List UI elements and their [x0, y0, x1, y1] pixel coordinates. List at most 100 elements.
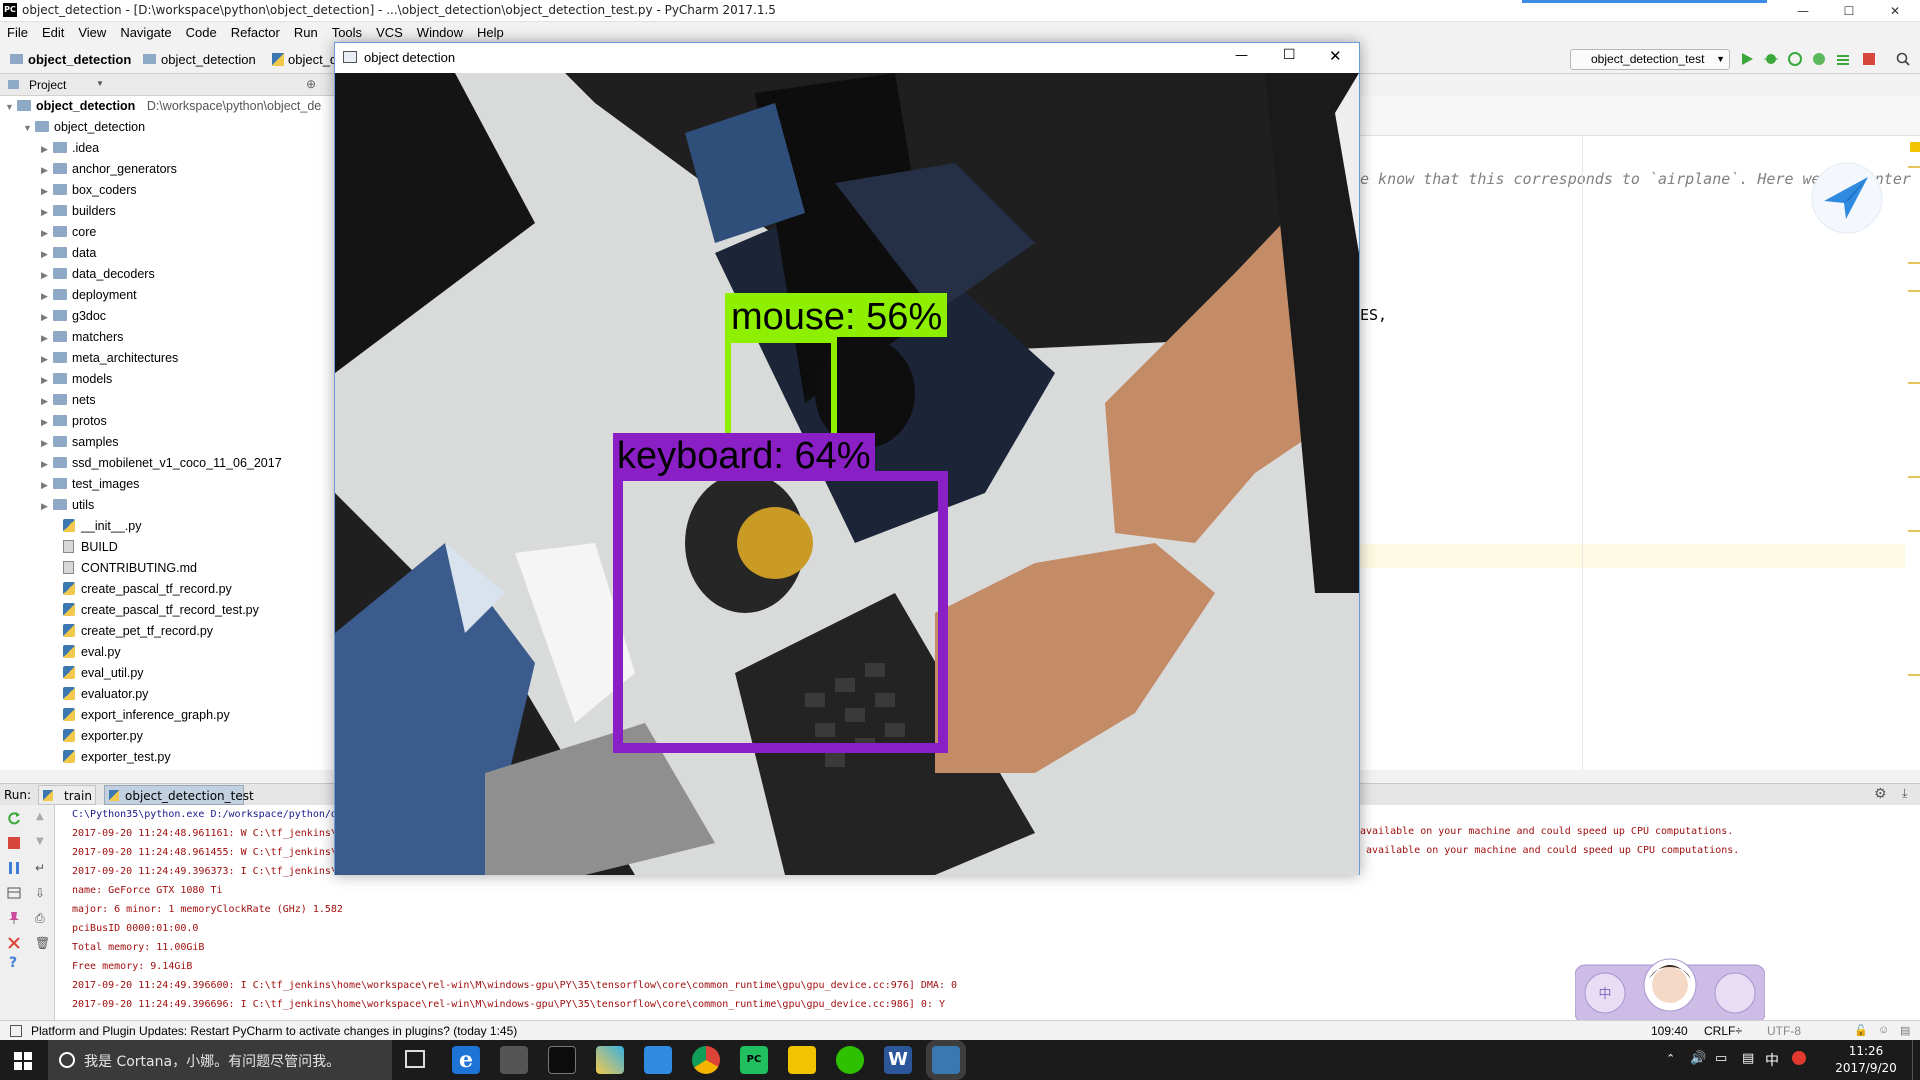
- chevron-right-icon[interactable]: ▶: [41, 391, 53, 412]
- tree-folder[interactable]: ▶ anchor_generators: [41, 159, 177, 180]
- minimize-button[interactable]: —: [1780, 0, 1826, 22]
- tree-folder[interactable]: ▶ samples: [41, 432, 119, 453]
- dialog-maximize-button[interactable]: ☐: [1283, 47, 1296, 63]
- menu-vcs[interactable]: VCS: [369, 22, 410, 40]
- profile-icon[interactable]: [1812, 52, 1826, 66]
- tree-root[interactable]: ▼ object_detection D:\workspace\python\ob…: [5, 96, 321, 117]
- bird-app-icon[interactable]: [644, 1046, 672, 1074]
- warning-marker[interactable]: [1910, 142, 1920, 152]
- pycharm-icon[interactable]: PC: [740, 1046, 768, 1074]
- menu-edit[interactable]: Edit: [35, 22, 71, 40]
- chevron-right-icon[interactable]: ▶: [41, 412, 53, 433]
- soft-wrap-icon[interactable]: ↵: [35, 861, 45, 875]
- chevron-right-icon[interactable]: ▶: [41, 370, 53, 391]
- rerun-icon[interactable]: [7, 811, 21, 825]
- chevron-right-icon[interactable]: ▶: [41, 244, 53, 265]
- chevron-right-icon[interactable]: ▶: [41, 454, 53, 475]
- tree-file[interactable]: exporter_test.py: [63, 747, 171, 768]
- clock-date[interactable]: 2017/9/20: [1830, 1061, 1902, 1075]
- clear-icon[interactable]: 🗑: [35, 936, 50, 950]
- search-icon[interactable]: [1896, 52, 1910, 66]
- object-detection-window[interactable]: object detection — ☐ ✕ mouse: 56% keyboa…: [334, 42, 1360, 875]
- antivirus-icon[interactable]: [1792, 1051, 1806, 1065]
- tree-file[interactable]: CONTRIBUTING.md: [63, 558, 197, 579]
- notification-icon[interactable]: ▤: [1742, 1051, 1754, 1066]
- menu-view[interactable]: View: [71, 22, 113, 40]
- file-explorer-icon[interactable]: [788, 1046, 816, 1074]
- dialog-minimize-button[interactable]: —: [1235, 48, 1248, 63]
- tree-file[interactable]: eval_util.py: [63, 663, 144, 684]
- tree-folder[interactable]: ▶ ssd_mobilenet_v1_coco_11_06_2017: [41, 453, 282, 474]
- tool-windows-icon[interactable]: [10, 1025, 22, 1037]
- build-icon[interactable]: [1836, 52, 1850, 66]
- dialog-close-button[interactable]: ✕: [1329, 47, 1342, 65]
- tree-folder[interactable]: ▶ data: [41, 243, 96, 264]
- terminal-icon[interactable]: [548, 1046, 576, 1074]
- tree-file[interactable]: object_detection_test.py: [63, 768, 216, 770]
- menu-help[interactable]: Help: [470, 22, 511, 40]
- restore-layout-icon[interactable]: [7, 886, 21, 900]
- cortana-search-box[interactable]: 我是 Cortana，小娜。有问题尽管问我。: [48, 1040, 392, 1080]
- breadcrumb-folder[interactable]: object_detection: [161, 52, 256, 67]
- tree-folder[interactable]: ▶ matchers: [41, 327, 123, 348]
- ime-indicator[interactable]: 中: [1765, 1050, 1779, 1070]
- scroll-down-icon[interactable]: ▼: [36, 836, 44, 847]
- chevron-right-icon[interactable]: ▶: [41, 181, 53, 202]
- bird-assistant-icon[interactable]: [1810, 161, 1884, 235]
- stop-icon[interactable]: [7, 836, 21, 850]
- tree-file[interactable]: create_pascal_tf_record.py: [63, 579, 232, 600]
- stop-icon[interactable]: [1862, 52, 1876, 66]
- chevron-right-icon[interactable]: ▶: [41, 265, 53, 286]
- help-icon[interactable]: ?: [9, 955, 17, 971]
- chevron-right-icon[interactable]: ▶: [41, 475, 53, 496]
- settings-icon[interactable]: ⊕: [306, 77, 316, 91]
- windows-start-icon[interactable]: [14, 1052, 32, 1070]
- show-desktop-button[interactable]: [1912, 1040, 1920, 1080]
- chevron-right-icon[interactable]: ▶: [41, 286, 53, 307]
- status-message[interactable]: Platform and Plugin Updates: Restart PyC…: [31, 1024, 517, 1038]
- tree-file[interactable]: eval.py: [63, 642, 121, 663]
- tree-folder[interactable]: ▶ g3doc: [41, 306, 106, 327]
- close-run-icon[interactable]: [7, 936, 21, 950]
- chevron-down-icon[interactable]: ▼: [23, 118, 35, 139]
- run-tab-object-detection-test[interactable]: object_detection_test: [104, 785, 254, 805]
- tree-folder[interactable]: ▶ test_images: [41, 474, 139, 495]
- tree-folder[interactable]: ▶ utils: [41, 495, 94, 516]
- tree-subroot[interactable]: ▼ object_detection: [23, 117, 145, 138]
- chevron-down-icon[interactable]: ▼: [5, 97, 17, 118]
- hector-icon[interactable]: ☺: [1878, 1024, 1889, 1036]
- tree-file[interactable]: create_pet_tf_record.py: [63, 621, 213, 642]
- wechat-icon[interactable]: [836, 1046, 864, 1074]
- close-button[interactable]: ✕: [1872, 0, 1918, 22]
- breadcrumb-root[interactable]: object_detection: [28, 52, 131, 67]
- chevron-right-icon[interactable]: ▶: [41, 349, 53, 370]
- python-app-icon[interactable]: [932, 1046, 960, 1074]
- debug-icon[interactable]: [1764, 52, 1778, 66]
- menu-run[interactable]: Run: [287, 22, 325, 40]
- chevron-right-icon[interactable]: ▶: [41, 160, 53, 181]
- tree-folder[interactable]: ▶ .idea: [41, 138, 99, 159]
- tree-folder[interactable]: ▶ core: [41, 222, 96, 243]
- line-separator[interactable]: CRLF÷: [1704, 1024, 1742, 1038]
- app-icon[interactable]: [500, 1046, 528, 1074]
- chevron-right-icon[interactable]: ▶: [41, 328, 53, 349]
- tree-folder[interactable]: ▶ box_coders: [41, 180, 137, 201]
- event-log-icon[interactable]: ▤: [1900, 1024, 1910, 1037]
- maximize-button[interactable]: ☐: [1826, 0, 1872, 22]
- run-tab-train[interactable]: train: [38, 785, 96, 805]
- gear-icon[interactable]: ⚙: [1874, 786, 1887, 802]
- task-view-icon[interactable]: [405, 1050, 425, 1068]
- tree-folder[interactable]: ▶ models: [41, 369, 112, 390]
- menu-code[interactable]: Code: [179, 22, 224, 40]
- project-view-label[interactable]: Project: [29, 78, 66, 92]
- file-encoding[interactable]: UTF-8: [1767, 1024, 1801, 1038]
- scroll-to-end-icon[interactable]: ⇩: [35, 886, 45, 900]
- chrome-icon[interactable]: [692, 1046, 720, 1074]
- scroll-up-icon[interactable]: ▲: [36, 811, 44, 822]
- coverage-icon[interactable]: [1788, 52, 1802, 66]
- tree-folder[interactable]: ▶ meta_architectures: [41, 348, 178, 369]
- tree-file[interactable]: BUILD: [63, 537, 118, 558]
- tree-file[interactable]: evaluator.py: [63, 684, 148, 705]
- pause-icon[interactable]: [7, 861, 21, 875]
- run-icon[interactable]: [1740, 52, 1754, 66]
